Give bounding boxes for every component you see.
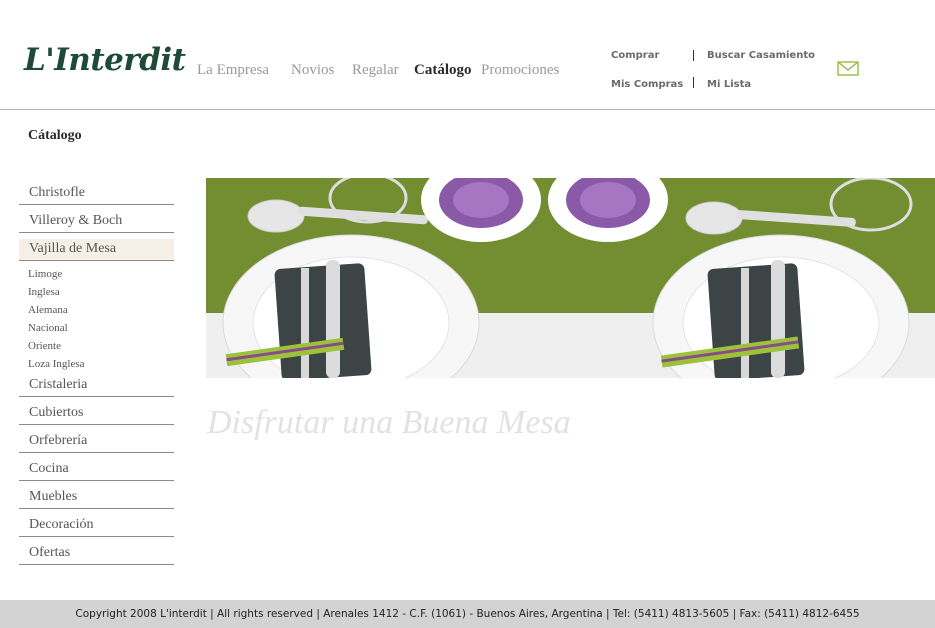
tagline: Disfrutar una Buena Mesa — [207, 404, 571, 441]
mail-icon[interactable] — [837, 61, 859, 76]
sidebar-subitem-nacional[interactable]: Nacional — [28, 322, 68, 334]
buscar-casamiento-link[interactable]: Buscar Casamiento — [707, 50, 815, 61]
sidebar-subitem-limoge[interactable]: Limoge — [28, 268, 62, 280]
logo[interactable]: L'Interdit — [24, 42, 186, 78]
nav-la-empresa[interactable]: La Empresa — [197, 62, 269, 79]
sidebar-item-cocina[interactable]: Cocina — [19, 459, 174, 481]
sidebar-item-muebles[interactable]: Muebles — [19, 487, 174, 509]
separator — [693, 50, 694, 61]
sidebar-subitem-oriente[interactable]: Oriente — [28, 340, 61, 352]
sidebar-item-vajilla-de-mesa[interactable]: Vajilla de Mesa — [19, 239, 174, 261]
mi-lista-link[interactable]: Mi Lista — [707, 79, 751, 90]
nav-novios[interactable]: Novios — [291, 62, 334, 79]
sidebar-item-villeroy-boch[interactable]: Villeroy & Boch — [19, 211, 174, 233]
footer: Copyright 2008 L'interdit | All rights r… — [0, 600, 935, 628]
nav-promociones[interactable]: Promociones — [481, 62, 559, 79]
nav-catalogo[interactable]: Catálogo — [414, 62, 472, 79]
sidebar-item-ofertas[interactable]: Ofertas — [19, 543, 174, 565]
header: L'Interdit La Empresa Novios Regalar Cat… — [0, 0, 935, 110]
sidebar-item-decoracion[interactable]: Decoración — [19, 515, 174, 537]
page-title: Cátalogo — [28, 128, 82, 143]
mis-compras-link[interactable]: Mis Compras — [611, 79, 683, 90]
separator — [693, 77, 694, 88]
sidebar-item-cristaleria[interactable]: Cristaleria — [19, 375, 174, 397]
banner-image — [206, 178, 935, 378]
sidebar-item-orfebreria[interactable]: Orfebrería — [19, 431, 174, 453]
sidebar-item-christofle[interactable]: Christofle — [19, 183, 174, 205]
sidebar-subitem-loza-inglesa[interactable]: Loza Inglesa — [28, 358, 85, 370]
sidebar-item-cubiertos[interactable]: Cubiertos — [19, 403, 174, 425]
nav-regalar[interactable]: Regalar — [352, 62, 399, 79]
comprar-link[interactable]: Comprar — [611, 50, 659, 61]
sidebar-subitem-inglesa[interactable]: Inglesa — [28, 286, 60, 298]
sidebar-subitem-alemana[interactable]: Alemana — [28, 304, 68, 316]
